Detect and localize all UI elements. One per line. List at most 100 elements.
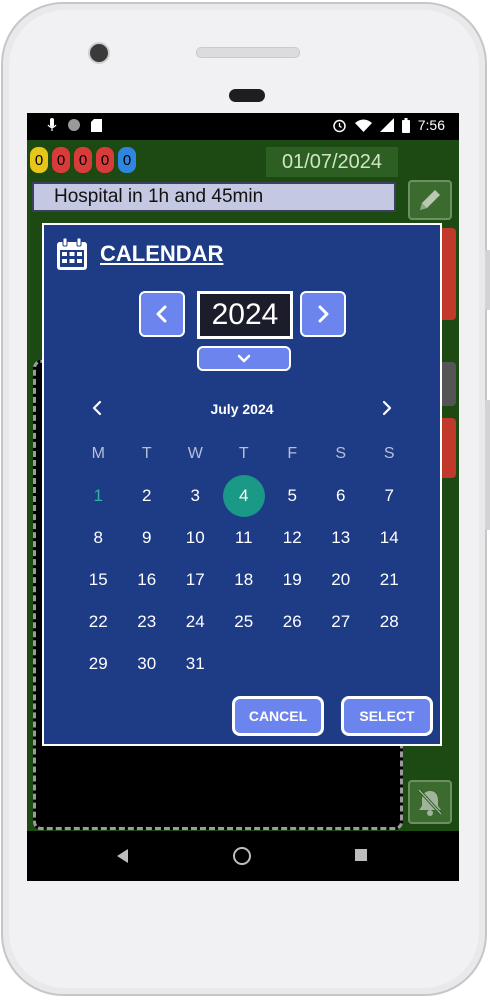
cancel-button[interactable]: CANCEL — [232, 696, 324, 736]
proximity-sensor — [229, 89, 265, 102]
day-number: 2 — [142, 486, 152, 505]
day-cell[interactable]: 29 — [74, 643, 123, 685]
status-bar: 7:56 — [27, 113, 459, 140]
day-cell[interactable]: 13 — [317, 517, 366, 559]
calendar-dialog: CALENDAR 2024 July 2024 M T W T F S S 12… — [42, 223, 442, 746]
day-number: 20 — [331, 570, 351, 589]
day-cell[interactable]: 14 — [365, 517, 414, 559]
day-cell[interactable]: 24 — [171, 601, 220, 643]
day-cell[interactable]: 21 — [365, 559, 414, 601]
mic-icon — [47, 118, 57, 131]
day-cell[interactable]: 11 — [220, 517, 269, 559]
day-cell[interactable]: 1 — [74, 475, 123, 517]
alarm-icon — [333, 119, 346, 132]
weekday-label: T — [238, 445, 249, 462]
status-time: 7:56 — [417, 117, 445, 133]
signal-icon — [379, 118, 394, 132]
day-cell[interactable]: 30 — [123, 643, 172, 685]
day-cell[interactable]: 22 — [74, 601, 123, 643]
chevron-down-icon — [237, 354, 251, 362]
day-number: 17 — [185, 570, 205, 589]
day-number: 14 — [379, 528, 399, 547]
day-number: 8 — [93, 528, 103, 547]
weekday-label: S — [383, 445, 395, 462]
home-icon[interactable] — [233, 847, 251, 865]
day-cell[interactable]: 16 — [123, 559, 172, 601]
power-button — [485, 400, 490, 530]
mute-button[interactable] — [408, 780, 452, 824]
counter-red-3: 0 — [96, 147, 114, 173]
day-number: 23 — [137, 612, 157, 631]
day-number: 4 — [239, 486, 249, 505]
day-number: 6 — [336, 486, 346, 505]
day-cell[interactable]: 10 — [171, 517, 220, 559]
month-navigation: July 2024 — [44, 399, 440, 423]
day-cell[interactable]: 27 — [317, 601, 366, 643]
next-year-button[interactable] — [300, 291, 346, 337]
day-number: 7 — [384, 486, 394, 505]
day-cell[interactable]: 26 — [268, 601, 317, 643]
day-cell[interactable]: 15 — [74, 559, 123, 601]
chevron-right-icon — [318, 305, 329, 323]
pencil-icon — [420, 190, 440, 210]
front-camera — [88, 42, 110, 64]
prev-year-button[interactable] — [139, 291, 185, 337]
recents-icon[interactable] — [355, 849, 367, 861]
notice-banner: Hospital in 1h and 45min — [32, 182, 396, 212]
battery-icon — [401, 117, 410, 133]
day-cell[interactable]: 12 — [268, 517, 317, 559]
record-icon — [68, 119, 80, 131]
day-number: 27 — [331, 612, 351, 631]
day-cell[interactable]: 23 — [123, 601, 172, 643]
day-number: 11 — [234, 528, 253, 547]
sd-card-icon — [91, 118, 102, 132]
day-cell[interactable]: 3 — [171, 475, 220, 517]
year-display[interactable]: 2024 — [197, 291, 293, 339]
day-cell[interactable]: 8 — [74, 517, 123, 559]
day-cell[interactable]: 31 — [171, 643, 220, 685]
year-dropdown-button[interactable] — [197, 346, 291, 371]
day-number: 5 — [287, 486, 297, 505]
next-month-icon[interactable] — [380, 399, 394, 417]
day-cell-selected[interactable]: 4 — [220, 475, 269, 517]
day-number: 29 — [88, 654, 108, 673]
weekday-label: T — [141, 445, 152, 462]
day-number: 15 — [88, 570, 108, 589]
dialog-header: CALENDAR — [56, 237, 223, 271]
back-icon[interactable] — [117, 849, 128, 863]
day-number: 12 — [282, 528, 302, 547]
wifi-icon — [354, 119, 372, 132]
days-grid: 1 2 3 4 5 6 7 8 9 10 11 12 13 14 15 16 17 18 19 20 21 22 23 24 2… — [74, 475, 414, 685]
day-number: 18 — [234, 570, 254, 589]
day-number: 21 — [379, 570, 399, 589]
volume-button — [485, 250, 490, 310]
day-cell[interactable]: 7 — [365, 475, 414, 517]
earpiece-speaker — [196, 47, 300, 58]
weekday-label: M — [91, 445, 105, 462]
day-number: 3 — [190, 486, 200, 505]
day-number: 31 — [185, 654, 205, 673]
day-number: 13 — [331, 528, 351, 547]
day-cell[interactable]: 28 — [365, 601, 414, 643]
day-cell[interactable]: 19 — [268, 559, 317, 601]
day-cell[interactable]: 17 — [171, 559, 220, 601]
day-number: 9 — [142, 528, 152, 547]
select-button[interactable]: SELECT — [341, 696, 433, 736]
day-cell[interactable]: 9 — [123, 517, 172, 559]
day-cell[interactable]: 5 — [268, 475, 317, 517]
day-cell[interactable]: 6 — [317, 475, 366, 517]
day-number: 10 — [185, 528, 205, 547]
bell-off-icon — [417, 788, 443, 816]
weekday-header: M T W T F S S — [74, 445, 414, 463]
day-cell[interactable]: 2 — [123, 475, 172, 517]
edit-button[interactable] — [408, 180, 452, 220]
day-cell[interactable]: 18 — [220, 559, 269, 601]
dialog-title: CALENDAR — [100, 241, 224, 266]
app-date[interactable]: 01/07/2024 — [266, 147, 398, 177]
day-number: 19 — [282, 570, 302, 589]
day-cell[interactable]: 25 — [220, 601, 269, 643]
day-number: 1 — [93, 486, 103, 505]
counter-blue: 0 — [118, 147, 136, 173]
chevron-left-icon — [156, 305, 167, 323]
day-cell[interactable]: 20 — [317, 559, 366, 601]
